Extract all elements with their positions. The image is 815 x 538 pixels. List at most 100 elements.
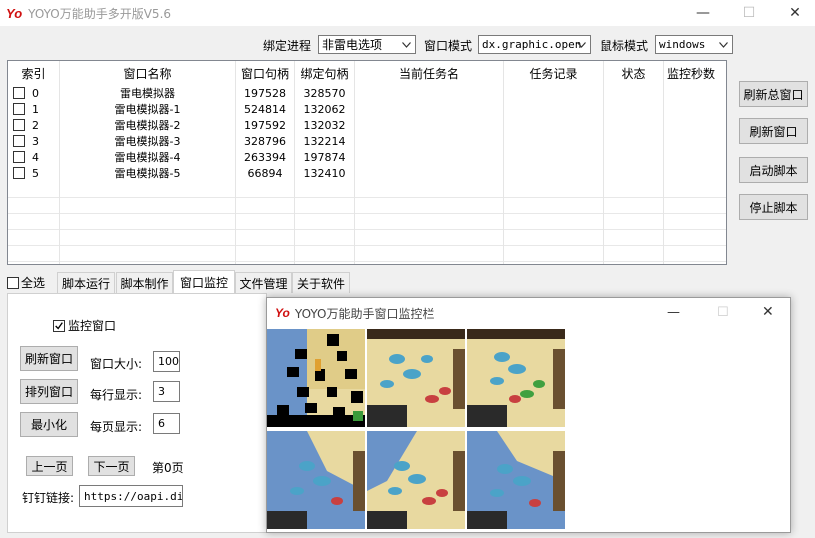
mouse-mode-label: 鼠标模式 <box>600 39 649 53</box>
table-row[interactable]: 2 雷电模拟器-2 197592 132032 <box>8 117 726 133</box>
monitor-maximize-button[interactable]: ☐ <box>717 305 729 320</box>
row-checkbox[interactable] <box>13 103 25 115</box>
row-window-name: 雷电模拟器 <box>60 85 236 101</box>
col-task-name[interactable]: 当前任务名 <box>355 61 504 85</box>
row-window-name: 雷电模拟器-2 <box>60 117 236 133</box>
dingtalk-label: 钉钉链接: <box>22 491 75 505</box>
bind-process-label: 绑定进程 <box>263 39 312 53</box>
game-thumbnail-0[interactable] <box>267 329 365 427</box>
row-bind-handle: 132214 <box>295 133 355 149</box>
row-checkbox[interactable] <box>13 119 25 131</box>
row-window-name: 雷电模拟器-1 <box>60 101 236 117</box>
table-row[interactable]: 5 雷电模拟器-5 66894 132410 <box>8 165 726 181</box>
refresh-monitor-button[interactable]: 刷新窗口 <box>20 346 78 371</box>
table-header: 索引 窗口名称 窗口句柄 绑定句柄 当前任务名 任务记录 状态 监控秒数 <box>8 61 726 85</box>
row-index: 4 <box>32 150 39 164</box>
maximize-icon: ☐ <box>742 5 756 21</box>
mouse-mode-value: windows <box>659 38 706 51</box>
arrange-windows-button[interactable]: 排列窗口 <box>20 379 78 404</box>
game-thumbnail-5[interactable] <box>467 431 565 529</box>
col-window-handle[interactable]: 窗口句柄 <box>236 61 295 85</box>
row-index: 3 <box>32 134 39 148</box>
game-thumbnail-2[interactable] <box>467 329 565 427</box>
window-mode-value: dx.graphic.open <box>482 38 582 51</box>
next-page-button[interactable]: 下一页 <box>88 456 135 476</box>
row-bind-handle: 132410 <box>295 165 355 181</box>
col-status[interactable]: 状态 <box>604 61 664 85</box>
chevron-down-icon <box>399 36 413 53</box>
close-button[interactable]: ✕ <box>772 0 815 26</box>
window-mode-select[interactable]: dx.graphic.open <box>478 35 591 54</box>
col-task-log[interactable]: 任务记录 <box>504 61 604 85</box>
minimize-windows-button[interactable]: 最小化 <box>20 412 78 437</box>
stop-script-button[interactable]: 停止脚本 <box>739 194 808 220</box>
tab-window-monitor[interactable]: 窗口监控 <box>173 270 235 293</box>
table-row[interactable]: 1 雷电模拟器-1 524814 132062 <box>8 101 726 117</box>
window-mode-label: 窗口模式 <box>424 39 473 53</box>
mouse-mode-select[interactable]: windows <box>655 35 733 54</box>
window-size-input[interactable]: 100 <box>153 351 180 372</box>
per-row-label: 每行显示: <box>90 388 143 402</box>
row-window-name: 雷电模拟器-3 <box>60 133 236 149</box>
select-all-label: 全选 <box>21 276 46 290</box>
row-index: 0 <box>32 86 39 100</box>
dingtalk-input[interactable]: https://oapi.ding <box>79 485 183 507</box>
tab-file-manage[interactable]: 文件管理 <box>235 272 292 293</box>
tab-script-make[interactable]: 脚本制作 <box>116 272 173 293</box>
monitor-title-bar[interactable]: Yo YOYO万能助手窗口监控栏 — ☐ ✕ <box>267 298 790 328</box>
per-page-label: 每页显示: <box>90 420 143 434</box>
row-bind-handle: 328570 <box>295 85 355 101</box>
game-thumbnail-3[interactable] <box>267 431 365 529</box>
maximize-button[interactable]: ☐ <box>726 0 772 26</box>
bind-process-value: 非雷电选项 <box>322 38 383 52</box>
minimize-button[interactable]: — <box>680 0 726 26</box>
row-checkbox[interactable] <box>13 167 25 179</box>
per-page-input[interactable]: 6 <box>153 413 180 434</box>
monitor-window-title: YOYO万能助手窗口监控栏 <box>294 306 435 321</box>
table-row[interactable]: 0 雷电模拟器 197528 328570 <box>8 85 726 101</box>
row-window-handle: 197592 <box>236 117 295 133</box>
row-checkbox[interactable] <box>13 135 25 147</box>
col-monitor-seconds[interactable]: 监控秒数 <box>664 61 718 85</box>
window-title: YOYO万能助手多开版V5.6 <box>28 6 172 21</box>
row-window-handle: 263394 <box>236 149 295 165</box>
refresh-window-button[interactable]: 刷新窗口 <box>739 118 808 144</box>
row-window-handle: 66894 <box>236 165 295 181</box>
monitor-window[interactable]: Yo YOYO万能助手窗口监控栏 — ☐ ✕ <box>266 297 791 533</box>
start-script-button[interactable]: 启动脚本 <box>739 157 808 183</box>
row-checkbox[interactable] <box>13 87 25 99</box>
game-thumbnail-1[interactable] <box>367 329 465 427</box>
monitor-window-checkbox[interactable]: 监控窗口 <box>53 317 116 334</box>
tab-about[interactable]: 关于软件 <box>292 272 350 293</box>
row-checkbox[interactable] <box>13 151 25 163</box>
select-all-box[interactable] <box>7 276 19 289</box>
tab-script-run[interactable]: 脚本运行 <box>57 272 115 293</box>
col-bind-handle[interactable]: 绑定句柄 <box>295 61 355 85</box>
bind-process-select[interactable]: 非雷电选项 <box>318 35 416 54</box>
chevron-down-icon <box>716 36 730 53</box>
monitor-close-button[interactable]: ✕ <box>762 304 774 320</box>
row-window-name: 雷电模拟器-5 <box>60 165 236 181</box>
monitor-checkbox-box[interactable] <box>53 319 65 332</box>
per-row-input[interactable]: 3 <box>153 381 180 402</box>
window-size-label: 窗口大小: <box>90 357 143 371</box>
game-thumbnail-4[interactable] <box>367 431 465 529</box>
monitor-minimize-button[interactable]: — <box>667 305 680 320</box>
refresh-main-window-button[interactable]: 刷新总窗口 <box>739 81 808 107</box>
window-list-table[interactable]: 索引 窗口名称 窗口句柄 绑定句柄 当前任务名 任务记录 状态 监控秒数 0 雷… <box>7 60 727 265</box>
col-window-name[interactable]: 窗口名称 <box>60 61 236 85</box>
row-index: 2 <box>32 118 39 132</box>
col-index[interactable]: 索引 <box>8 61 60 85</box>
table-row[interactable]: 4 雷电模拟器-4 263394 197874 <box>8 149 726 165</box>
row-index: 1 <box>32 102 39 116</box>
chevron-down-icon <box>574 36 588 53</box>
app-logo: Yo <box>6 5 23 21</box>
row-window-name: 雷电模拟器-4 <box>60 149 236 165</box>
minimize-icon: — <box>696 5 710 21</box>
table-row[interactable]: 3 雷电模拟器-3 328796 132214 <box>8 133 726 149</box>
prev-page-button[interactable]: 上一页 <box>26 456 73 476</box>
select-all-checkbox[interactable]: 全选 <box>7 274 45 291</box>
row-window-handle: 524814 <box>236 101 295 117</box>
monitor-checkbox-label: 监控窗口 <box>68 319 117 333</box>
row-window-handle: 197528 <box>236 85 295 101</box>
